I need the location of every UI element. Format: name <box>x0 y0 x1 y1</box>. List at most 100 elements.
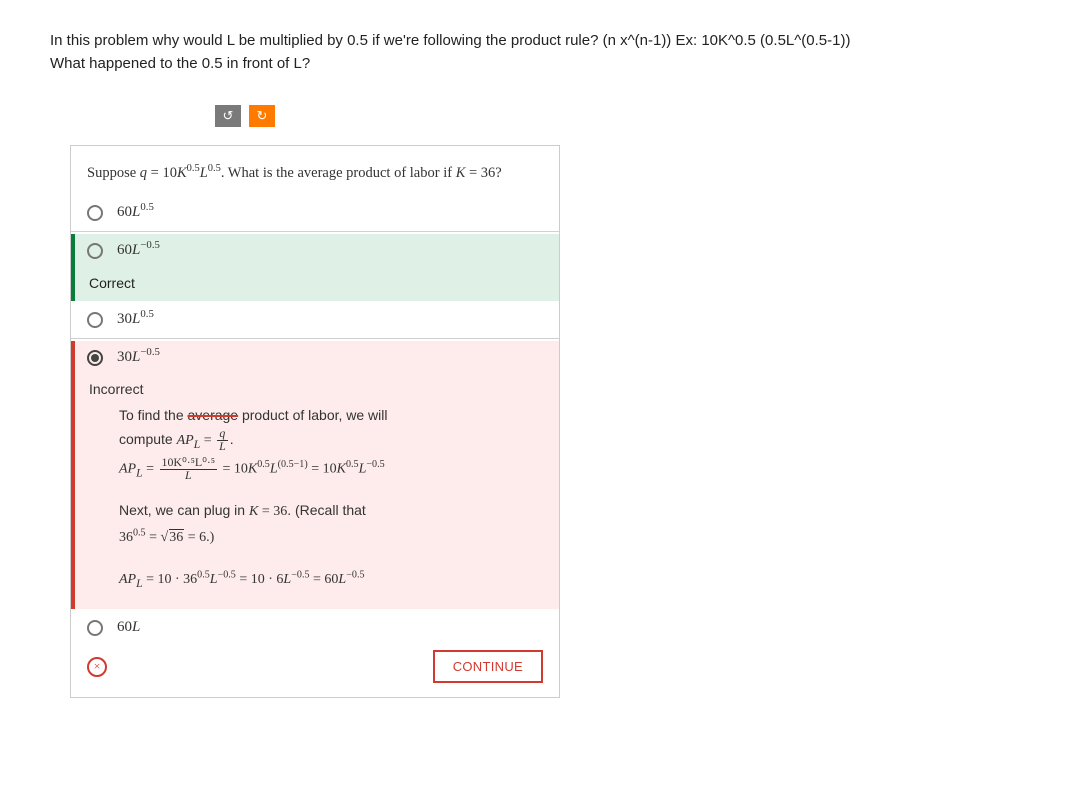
divider <box>71 231 559 232</box>
prompt-Kvar: K <box>456 165 466 181</box>
opt-exp: 0.5 <box>140 201 154 213</box>
opt-exp: 0.5 <box>140 308 154 320</box>
incorrect-label: Incorrect <box>89 378 543 402</box>
t: . <box>230 431 234 447</box>
e: −0.5 <box>346 569 364 580</box>
prompt-prefix: Suppose <box>87 165 140 181</box>
undo-button[interactable]: ↺ <box>215 105 241 127</box>
den: L <box>185 468 192 482</box>
expl-line6: APL = 10 · 360.5L−0.5 = 10 · 6L−0.5 = 60… <box>119 568 543 594</box>
prompt-keq: = 36? <box>465 165 501 181</box>
prompt-L: L <box>200 165 208 181</box>
math: K = 36 <box>249 504 287 519</box>
header-line2: What happened to the 0.5 in front of L? <box>50 55 310 72</box>
e: −0.5 <box>366 459 384 470</box>
e: 0.5 <box>257 459 270 470</box>
apl: AP <box>119 572 136 587</box>
continue-button[interactable]: CONTINUE <box>433 650 543 683</box>
t: = 10 <box>219 461 248 476</box>
prompt-var-q: q <box>140 165 147 181</box>
toolbar: ↺ ↻ <box>215 105 1030 127</box>
expl-line3: APL = 10K⁰·⁵L⁰·⁵L = 10K0.5L(0.5−1) = 10K… <box>119 457 543 483</box>
option-1[interactable]: 60L0.5 <box>71 196 559 229</box>
prompt-coeff: 10 <box>162 165 177 181</box>
question-header: In this problem why would L be multiplie… <box>50 30 1030 75</box>
opt-var: L <box>132 619 140 635</box>
expl-line1: To find the average product of labor, we… <box>119 404 543 428</box>
t: product of labor, we will <box>238 407 387 423</box>
option-label: 60L−0.5 <box>117 242 160 259</box>
t: = 6 <box>184 530 206 545</box>
option-label: 60L <box>117 619 140 636</box>
t: 36 <box>119 530 133 545</box>
e: 0.5 <box>133 527 146 538</box>
apl: AP <box>177 433 194 448</box>
t: Next, we can plug in <box>119 502 249 518</box>
radio-icon <box>87 243 103 259</box>
prompt-exp1: 0.5 <box>187 163 200 174</box>
apl: AP <box>119 461 136 476</box>
question-card: Suppose q = 10K0.5L0.5. What is the aver… <box>70 145 560 698</box>
e: 0.5 <box>346 459 359 470</box>
l: L <box>210 572 218 587</box>
e: (0.5−1) <box>278 459 308 470</box>
e: 0.5 <box>197 569 210 580</box>
redo-button[interactable]: ↻ <box>249 105 275 127</box>
t: compute <box>119 431 177 447</box>
t: = 60 <box>310 572 339 587</box>
strike-word: average <box>188 407 239 423</box>
eq: = <box>143 461 158 476</box>
option-3[interactable]: 30L0.5 <box>71 303 559 336</box>
opt-coeff: 60 <box>117 204 132 220</box>
radio-icon-selected <box>87 350 103 366</box>
frac: 10K⁰·⁵L⁰·⁵L <box>160 457 218 482</box>
opt-exp: −0.5 <box>140 346 160 358</box>
expl-line2: compute APL = qL. <box>119 428 543 455</box>
e: −0.5 <box>291 569 309 580</box>
correct-label: Correct <box>75 267 559 301</box>
prompt-exp2: 0.5 <box>208 163 221 174</box>
expl-line4: Next, we can plug in K = 36. (Recall tha… <box>119 499 543 524</box>
sqrt-icon <box>161 530 169 545</box>
t: .) <box>206 530 214 545</box>
t: = 10 · 36 <box>143 572 198 587</box>
radio-icon <box>87 205 103 221</box>
eq: = 36 <box>258 504 287 519</box>
prompt-text: Suppose q = 10K0.5L0.5. What is the aver… <box>71 156 559 196</box>
divider <box>71 338 559 339</box>
radio-icon <box>87 312 103 328</box>
k: K <box>337 461 346 476</box>
k: K <box>249 504 258 519</box>
radio-icon <box>87 620 103 636</box>
option-4[interactable]: 30L−0.5 <box>75 341 559 374</box>
expl-line5: 360.5 = 36 = 6.) <box>119 526 543 550</box>
card-footer: × CONTINUE <box>71 644 559 683</box>
e: −0.5 <box>218 569 236 580</box>
spacer <box>119 485 543 499</box>
option-5[interactable]: 60L <box>71 611 559 644</box>
den: L <box>219 439 226 453</box>
k: K <box>248 461 257 476</box>
option-2[interactable]: 60L−0.5 <box>75 234 559 267</box>
prompt-K: K <box>177 165 187 181</box>
incorrect-feedback-block: 30L−0.5 Incorrect To find the average pr… <box>71 341 559 609</box>
option-label: 60L0.5 <box>117 204 154 221</box>
eq: = <box>146 530 161 545</box>
explanation: Incorrect To find the average product of… <box>75 374 559 609</box>
opt-coeff: 30 <box>117 349 132 365</box>
correct-feedback-block: 60L−0.5 Correct <box>71 234 559 301</box>
header-line1: In this problem why would L be multiplie… <box>50 32 850 49</box>
spacer <box>119 552 543 566</box>
l: L <box>270 461 278 476</box>
opt-coeff: 60 <box>117 619 132 635</box>
opt-coeff: 60 <box>117 242 132 258</box>
option-label: 30L0.5 <box>117 311 154 328</box>
frac: qL <box>217 428 228 453</box>
opt-exp: −0.5 <box>140 239 160 251</box>
prompt-eq: = <box>147 165 162 181</box>
close-icon[interactable]: × <box>87 657 107 677</box>
eq: = <box>200 433 215 448</box>
t: . (Recall that <box>287 502 366 518</box>
t: = 10 <box>308 461 337 476</box>
math: APL = qL <box>177 433 230 448</box>
